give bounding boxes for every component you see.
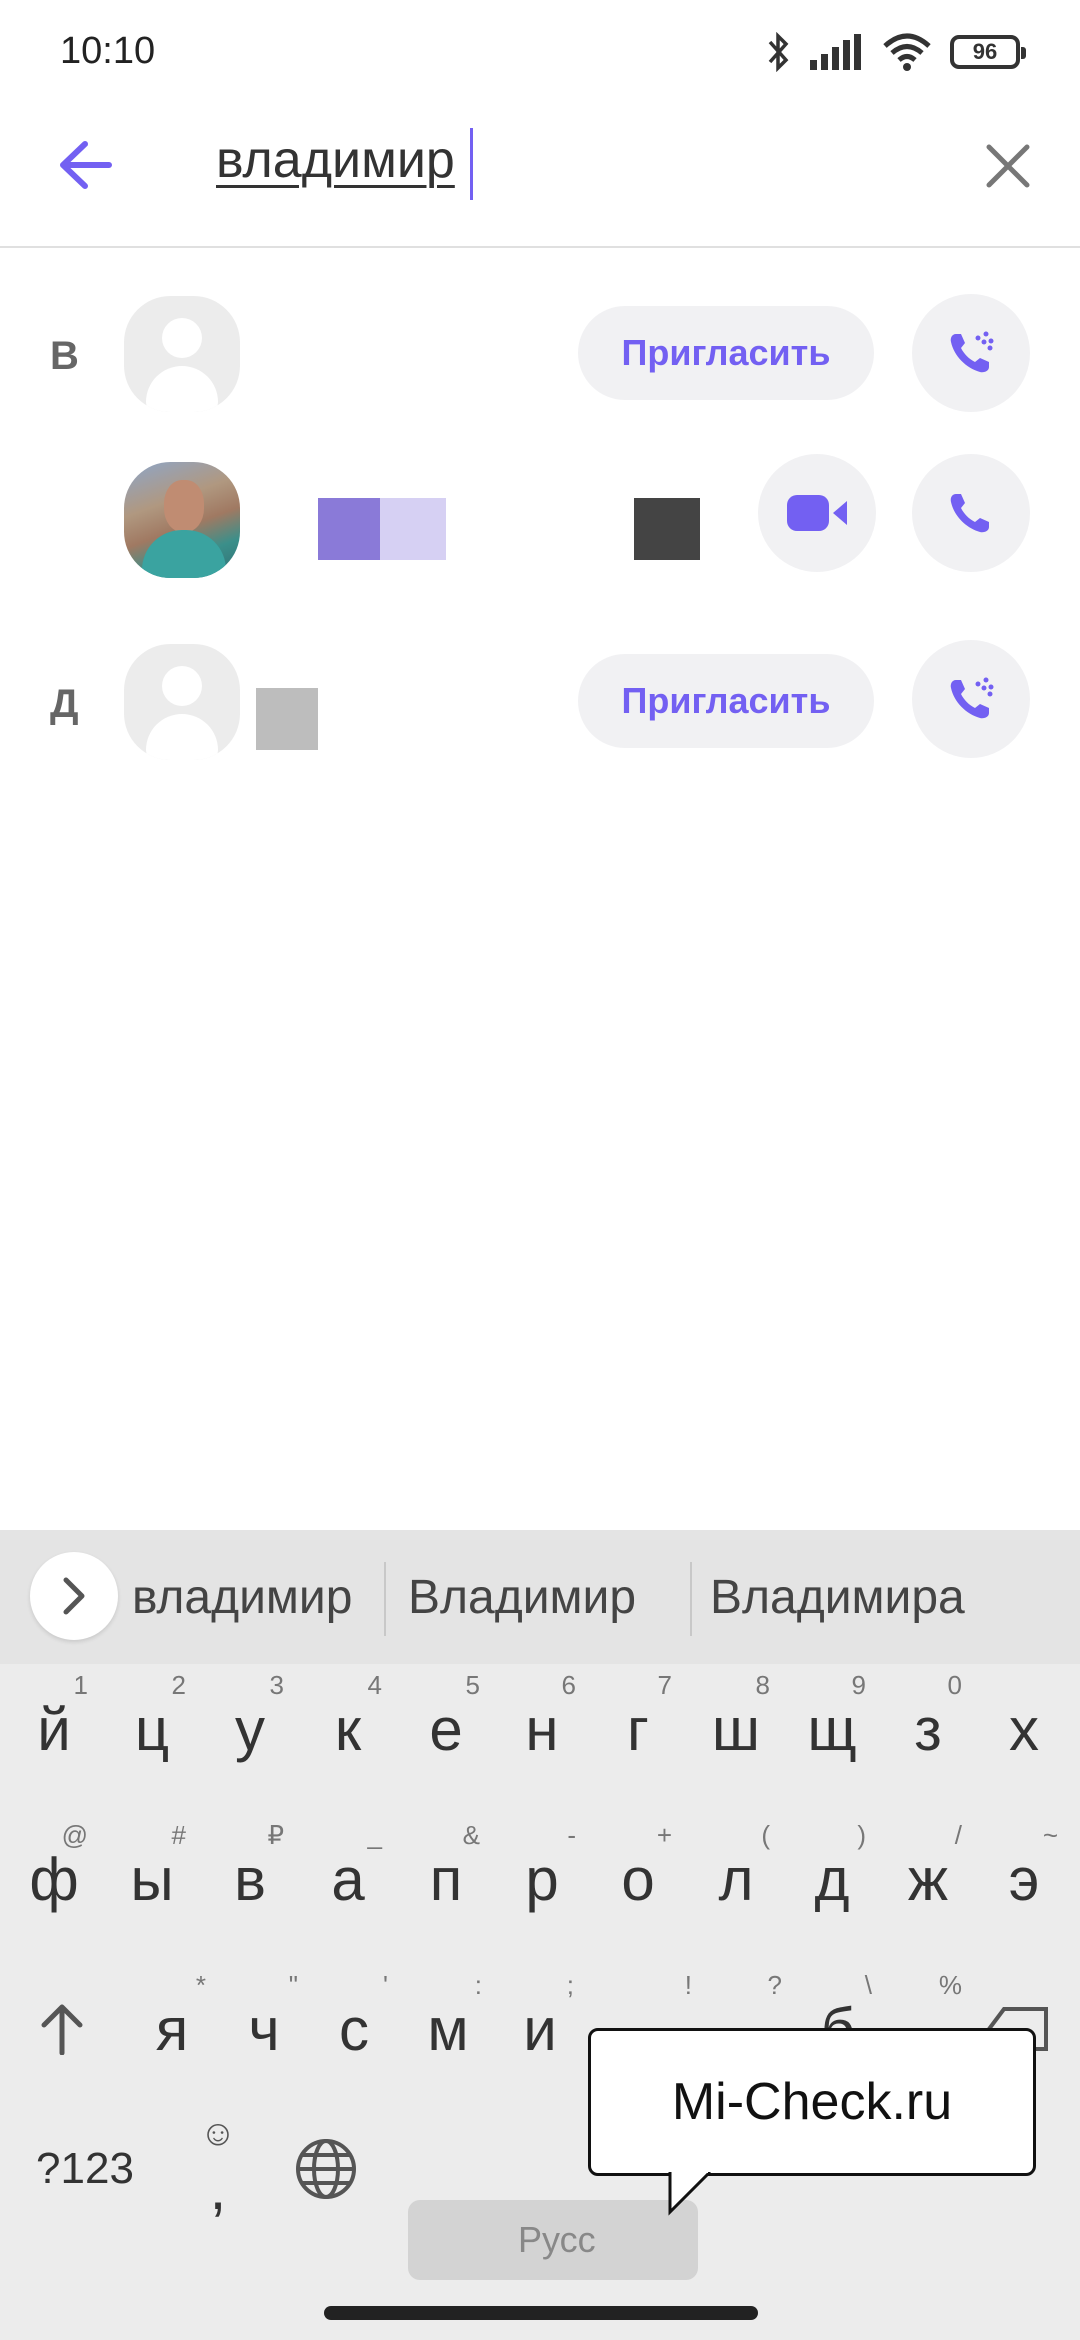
wifi-icon [882,32,932,72]
viber-out-call-icon [950,331,994,373]
key[interactable]: ч " [216,1964,312,2094]
battery-icon: 96 [950,35,1026,69]
key[interactable]: р- [494,1814,590,1944]
suggestion-item[interactable]: Владимир [408,1570,636,1625]
key[interactable]: я * [124,1964,220,2094]
section-letter: Д [50,682,79,726]
numbers-key[interactable]: ?123 [20,2104,150,2234]
key[interactable]: щ9 [784,1664,880,1794]
key[interactable]: г7 [590,1664,686,1794]
key[interactable]: е5 [398,1664,494,1794]
divider [690,1562,692,1636]
key[interactable]: п & [398,1814,494,1944]
chevron-right-icon [63,1577,85,1615]
suggestion-item[interactable]: владимир [132,1570,352,1625]
callout-tail [668,2172,712,2216]
search-bar: владимир [0,100,1080,248]
key[interactable]: ф @ [6,1814,102,1944]
key[interactable]: у3 [202,1664,298,1794]
key[interactable]: х [976,1664,1072,1794]
expand-suggestions-button[interactable] [30,1552,118,1640]
space-key[interactable]: Русс [408,2200,698,2280]
redacted-name [380,498,446,560]
status-time: 10:10 [60,30,156,72]
key[interactable]: о + [590,1814,686,1944]
shift-arrow-icon [41,2004,83,2055]
key[interactable]: д) [784,1814,880,1944]
key[interactable]: а _ [300,1814,396,1944]
keyboard: й1 ц2 у3 к4 е5 н6 г7 ш8 щ9 з0 х ф @ ы # в ₽… [0,1664,1080,2340]
key[interactable]: й1 [6,1664,102,1794]
signal-icon [810,34,864,70]
key[interactable]: ц2 [104,1664,200,1794]
key[interactable]: и; [492,1964,588,2094]
viber-out-call-button[interactable] [912,294,1030,412]
back-button[interactable] [50,130,120,200]
video-call-icon [787,495,847,531]
emoji-icon: ☺ [199,2112,237,2153]
key[interactable]: в ₽ [202,1814,298,1944]
battery-level: 96 [972,39,998,64]
contact-row[interactable]: Д Пригласить [0,630,1080,780]
bluetooth-icon [766,32,792,72]
key[interactable]: ш8 [688,1664,784,1794]
key[interactable]: к4 [300,1664,396,1794]
contact-name-hidden [250,292,580,412]
text-caret [470,128,473,200]
suggestion-item[interactable]: Владимира [710,1570,965,1625]
section-letter: В [50,334,79,378]
close-icon [986,144,1030,188]
arrow-left-icon [60,141,112,189]
shift-key[interactable] [14,1964,110,2094]
divider [384,1562,386,1636]
key[interactable]: ж / [880,1814,976,1944]
key[interactable]: н6 [494,1664,590,1794]
avatar [124,462,240,578]
search-input[interactable]: владимир [216,130,455,190]
invite-button[interactable]: Пригласить [578,306,874,400]
key[interactable]: ы # [104,1814,200,1944]
language-key[interactable] [276,2104,376,2234]
key[interactable]: л( [688,1814,784,1944]
viber-out-call-button[interactable] [912,640,1030,758]
redacted-name [634,498,700,560]
key[interactable]: з0 [880,1664,976,1794]
redacted-name [318,498,380,560]
call-button[interactable] [912,454,1030,572]
emoji-comma-key[interactable]: ☺ , [168,2104,268,2234]
avatar [124,644,240,760]
status-bar: 10:10 96 [0,0,1080,100]
invite-button[interactable]: Пригласить [578,654,874,748]
suggestion-bar: владимир Владимир Владимира [0,1530,1080,1664]
home-indicator[interactable] [324,2306,758,2320]
status-icons: 96 [766,26,1026,78]
globe-icon [296,2139,356,2199]
key[interactable]: э ~ [976,1814,1072,1944]
phone-icon [950,494,989,533]
clear-search-button[interactable] [978,136,1038,196]
key[interactable]: м: [400,1964,496,2094]
viber-out-call-icon [950,677,994,719]
contact-row[interactable] [0,448,1080,598]
video-call-button[interactable] [758,454,876,572]
contact-row[interactable]: В Пригласить [0,282,1080,432]
redacted-name [256,688,318,750]
avatar [124,296,240,412]
watermark-callout: Mi-Check.ru [588,2028,1036,2176]
key[interactable]: с ' [306,1964,402,2094]
